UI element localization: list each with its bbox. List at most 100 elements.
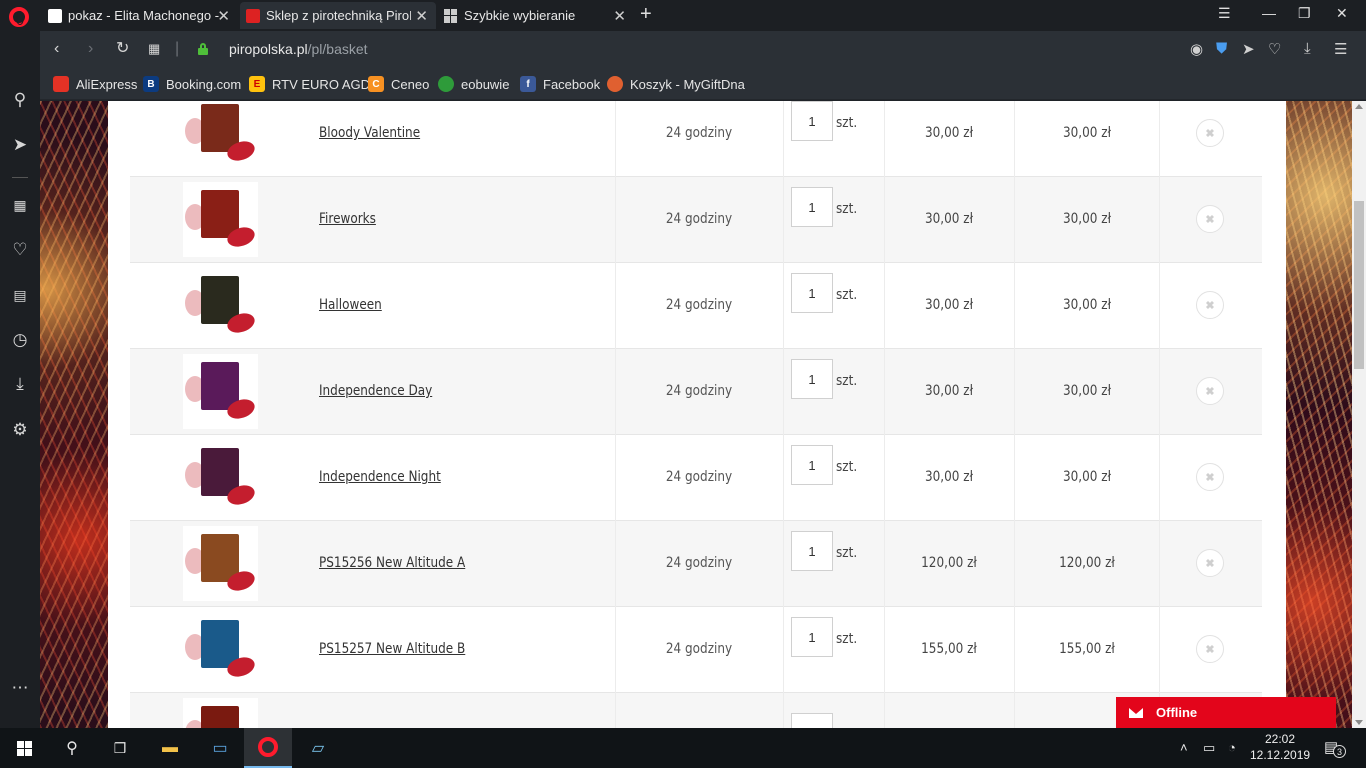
quantity-unit: szt. [836,287,858,303]
quantity-input[interactable] [791,187,833,227]
product-thumbnail[interactable] [183,354,258,429]
tab-piropolska[interactable]: Sklep z pirotechniką PiroPo ✕ [240,2,436,29]
reload-icon[interactable]: ↻ [116,40,129,58]
task-view-icon[interactable]: ❒ [96,728,144,768]
this-pc-icon[interactable]: ▭ [196,728,244,768]
quantity-input[interactable] [791,617,833,657]
product-thumbnail[interactable] [183,101,258,171]
line-total: 30,00 zł [1062,469,1112,485]
back-icon[interactable]: ‹ [54,40,59,58]
product-name-link[interactable]: Independence Night [319,469,441,485]
booking-icon: B [143,76,159,92]
tab-close-icon[interactable]: ✕ [613,7,626,25]
quantity-input[interactable] [791,531,833,571]
notepad-icon[interactable]: ▱ [294,728,342,768]
opera-taskbar-icon[interactable] [244,728,292,768]
product-thumbnail[interactable] [183,526,258,601]
flow-send-icon[interactable]: ➤ [10,135,30,155]
vpn-shield-icon[interactable]: ⛊ [1216,40,1227,57]
taskbar-search-icon[interactable]: ⚲ [48,728,96,768]
snapshot-camera-icon[interactable]: ◉ [1190,40,1203,58]
remove-item-button[interactable]: ✖ [1196,119,1224,147]
bookmark-rtv-euro-agd[interactable]: E RTV EURO AGD [249,75,370,93]
product-name-link[interactable]: Bloody Valentine [319,125,420,141]
bookmark-booking[interactable]: B Booking.com [143,75,241,93]
more-icon[interactable]: ⋯ [10,678,30,698]
tabs-overview-icon[interactable]: ▦ [148,40,160,58]
bookmark-eobuwie[interactable]: eobuwie [438,75,509,93]
product-name-link[interactable]: Independence Day [319,383,432,399]
forward-icon[interactable]: › [88,40,93,58]
close-window-icon[interactable]: ✕ [1336,5,1348,22]
remove-item-button[interactable]: ✖ [1196,549,1224,577]
bookmark-aliexpress[interactable]: AliExpress [53,75,137,93]
rtv-euro-icon: E [249,76,265,92]
bookmark-heart-icon[interactable]: ♡ [1268,40,1281,58]
quantity-input[interactable] [791,713,833,728]
scrollbar-thumb[interactable] [1354,201,1364,369]
quantity-input[interactable] [791,273,833,313]
bookmark-label: Ceneo [391,76,430,92]
product-thumbnail[interactable] [183,612,258,687]
battery-icon[interactable]: ▭ [1203,740,1215,756]
scroll-down-icon[interactable] [1355,720,1363,725]
bookmarks-heart-icon[interactable]: ♡ [10,240,30,260]
action-center-icon[interactable]: ▤ 3 [1324,738,1346,758]
show-hidden-icons-icon[interactable]: ˄ [1180,740,1188,755]
remove-item-button[interactable]: ✖ [1196,463,1224,491]
tab-pokaz[interactable]: pokaz - Elita Machonego - ✕ [42,2,238,29]
wifi-icon[interactable]: ◔ [1228,740,1236,755]
product-thumbnail[interactable] [183,182,258,257]
product-name-link[interactable]: Fireworks [319,211,376,227]
download-icon[interactable]: ⤓ [1304,40,1311,57]
bookmark-mygiftdna[interactable]: Koszyk - MyGiftDna [607,75,745,93]
tab-close-icon[interactable]: ✕ [411,7,428,25]
product-thumbnail[interactable] [183,698,258,728]
opera-menu-icon[interactable] [9,7,29,27]
tab-menu-icon[interactable]: ☰ [1218,5,1231,22]
page-scrollbar[interactable] [1352,101,1366,728]
remove-item-button[interactable]: ✖ [1196,291,1224,319]
secure-lock-icon[interactable] [198,43,208,55]
bookmark-facebook[interactable]: f Facebook [520,75,600,93]
quantity-input[interactable] [791,445,833,485]
basket-row: PS15257 New Altitude B 24 godziny szt. 1… [130,607,1262,693]
fireworks-background-right [1286,101,1352,728]
remove-item-button[interactable]: ✖ [1196,635,1224,663]
downloads-icon[interactable]: ⤓ [10,374,30,394]
quantity-input[interactable] [791,359,833,399]
product-thumbnail[interactable] [183,268,258,343]
new-tab-icon[interactable]: + [640,4,652,24]
easy-setup-icon[interactable]: ☰ [1334,40,1347,58]
send-icon[interactable]: ➤ [1242,40,1255,58]
product-name-link[interactable]: PS15256 New Altitude A [319,555,465,571]
minimize-icon[interactable]: — [1262,5,1276,21]
product-name-link[interactable]: PS15257 New Altitude B [319,641,465,657]
scroll-up-icon[interactable] [1355,104,1363,109]
url-field[interactable]: piropolska.pl/pl/basket [229,41,368,57]
quantity-input[interactable] [791,101,833,141]
file-explorer-icon[interactable]: ▬ [146,728,194,768]
remove-item-button[interactable]: ✖ [1196,377,1224,405]
product-thumbnail[interactable] [183,440,258,515]
unit-price: 30,00 zł [924,125,974,141]
settings-gear-icon[interactable]: ⚙ [10,420,30,440]
tab-close-icon[interactable]: ✕ [217,7,230,25]
chat-widget-button[interactable]: Offline [1116,697,1336,728]
windows-start-icon[interactable] [0,728,48,768]
line-total: 155,00 zł [1059,641,1115,657]
taskbar-clock[interactable]: 22:02 12.12.2019 [1250,731,1310,763]
search-icon[interactable]: ⚲ [10,90,30,110]
tab-speed-dial[interactable]: Szybkie wybieranie ✕ [438,2,634,29]
restore-icon[interactable]: ❐ [1298,5,1311,22]
speed-dial-icon[interactable]: ▦ [10,195,30,215]
remove-item-button[interactable]: ✖ [1196,205,1224,233]
envelope-icon [1129,707,1143,718]
line-total: 30,00 zł [1062,383,1112,399]
bookmark-ceneo[interactable]: C Ceneo [368,75,429,93]
product-name-link[interactable]: Halloween [319,297,382,313]
history-clock-icon[interactable]: ◷ [10,330,30,350]
news-icon[interactable]: ▤ [10,285,30,305]
url-path: /pl/basket [307,41,368,57]
page-favicon-icon [48,8,62,23]
